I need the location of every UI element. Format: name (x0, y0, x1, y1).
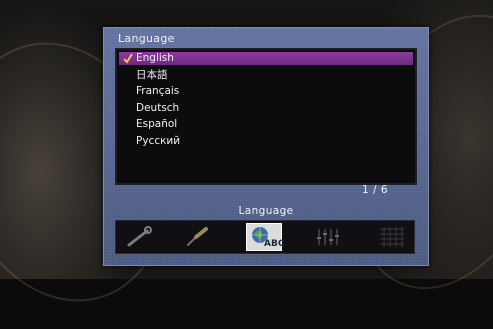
menu-icon-bar: ABC (115, 220, 415, 254)
list-item-german[interactable]: Deutsch (119, 102, 413, 115)
list-item-label: Deutsch (136, 102, 180, 114)
list-item-label: Español (136, 118, 178, 130)
page-counter: 1 / 6 (362, 184, 389, 196)
list-item-label: English (136, 52, 174, 64)
list-item-japanese[interactable]: 日本語 (119, 69, 413, 82)
wrench-icon[interactable] (121, 223, 157, 251)
screwdriver-icon[interactable] (178, 223, 214, 251)
globe-abc-icon[interactable]: ABC (246, 223, 285, 251)
menu-label: Language (238, 205, 294, 217)
list-item-label: Русский (136, 135, 181, 147)
equalizer-icon[interactable] (311, 223, 347, 251)
language-list[interactable]: English 日本語 Français Deutsch Español Рус… (115, 48, 417, 185)
list-item-label: Français (136, 85, 180, 97)
list-item-russian[interactable]: Русский (119, 135, 413, 148)
list-item-french[interactable]: Français (119, 85, 413, 98)
abc-label: ABC (264, 239, 285, 249)
list-item-english[interactable]: English (119, 52, 413, 65)
list-item-spanish[interactable]: Español (119, 118, 413, 131)
check-icon (123, 53, 133, 64)
grid-icon[interactable] (374, 223, 410, 251)
settings-panel: Language English 日本語 Français Deutsch Es… (103, 27, 429, 266)
list-item-label: 日本語 (136, 69, 168, 81)
panel-title: Language (118, 32, 175, 45)
